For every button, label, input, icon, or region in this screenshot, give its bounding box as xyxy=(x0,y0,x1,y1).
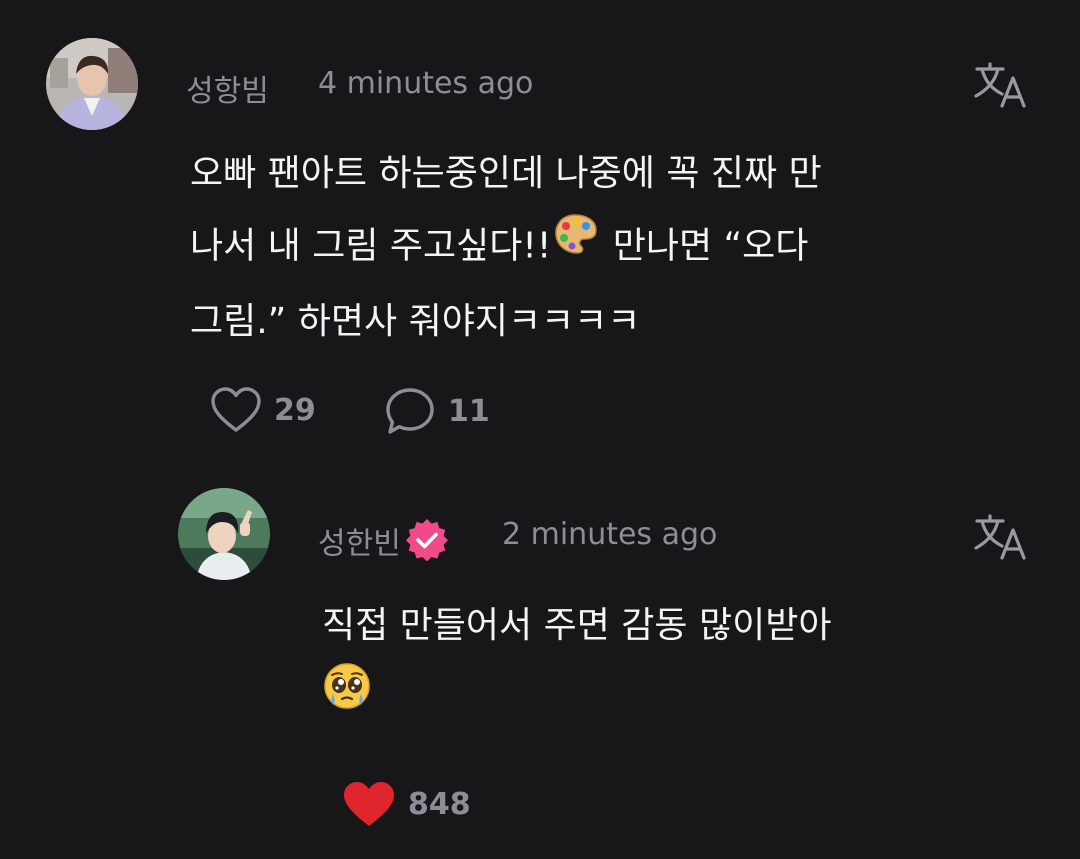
comment-line-3: 그림.” 하면사 줘야지ㅋㅋㅋㅋ xyxy=(190,301,641,342)
comment-timestamp: 4 minutes ago xyxy=(318,66,534,101)
comment-thread: 성항빔 4 minutes ago 오빠 팬아트 하는중인데 나중에 꼭 진짜 … xyxy=(0,0,1080,859)
translate-icon[interactable] xyxy=(972,60,1028,112)
reply-like-button[interactable]: 848 xyxy=(342,780,471,828)
verified-badge-icon xyxy=(405,517,449,569)
heart-outline-icon xyxy=(211,387,261,432)
replier-avatar[interactable] xyxy=(178,488,270,580)
comment-author[interactable]: 성항빔 xyxy=(186,66,269,110)
reply-like-count: 848 xyxy=(408,786,471,822)
reply-emoji-line xyxy=(322,661,962,741)
reply-line-1: 직접 만들어서 주면 감동 많이받아 xyxy=(322,605,832,646)
artist-palette-icon xyxy=(553,209,599,280)
comment-line-2-text: 나서 내 그림 주고싶다!! xyxy=(190,225,552,267)
reply-author[interactable]: 성한빈 xyxy=(318,517,449,573)
reply-timestamp: 2 minutes ago xyxy=(502,517,718,552)
reply-translate-icon[interactable] xyxy=(972,512,1028,564)
commenter-avatar[interactable] xyxy=(46,38,138,130)
reply-body: 직접 만들어서 주면 감동 많이받아 xyxy=(322,590,962,741)
comment-reply-count: 11 xyxy=(448,393,490,429)
comment-line-1: 오빠 팬아트 하는중인데 나중에 꼭 진짜 만 xyxy=(190,153,822,194)
comment-line-2-tail: 만나면 “오다 xyxy=(601,225,809,267)
reply-author-name: 성한빈 xyxy=(318,526,401,562)
comment-line-2: 나서 내 그림 주고싶다!! 만나면 “오다 xyxy=(190,209,950,286)
comment-body: 오빠 팬아트 하는중인데 나중에 꼭 진짜 만 나서 내 그림 주고싶다!! 만… xyxy=(190,138,950,357)
comment-reply-button[interactable]: 11 xyxy=(384,386,490,436)
speech-bubble-icon xyxy=(386,388,434,434)
heart-filled-icon xyxy=(344,782,394,826)
comment-like-button[interactable]: 29 xyxy=(210,386,316,434)
comment-like-count: 29 xyxy=(274,392,316,428)
pleading-face-icon xyxy=(322,661,372,735)
